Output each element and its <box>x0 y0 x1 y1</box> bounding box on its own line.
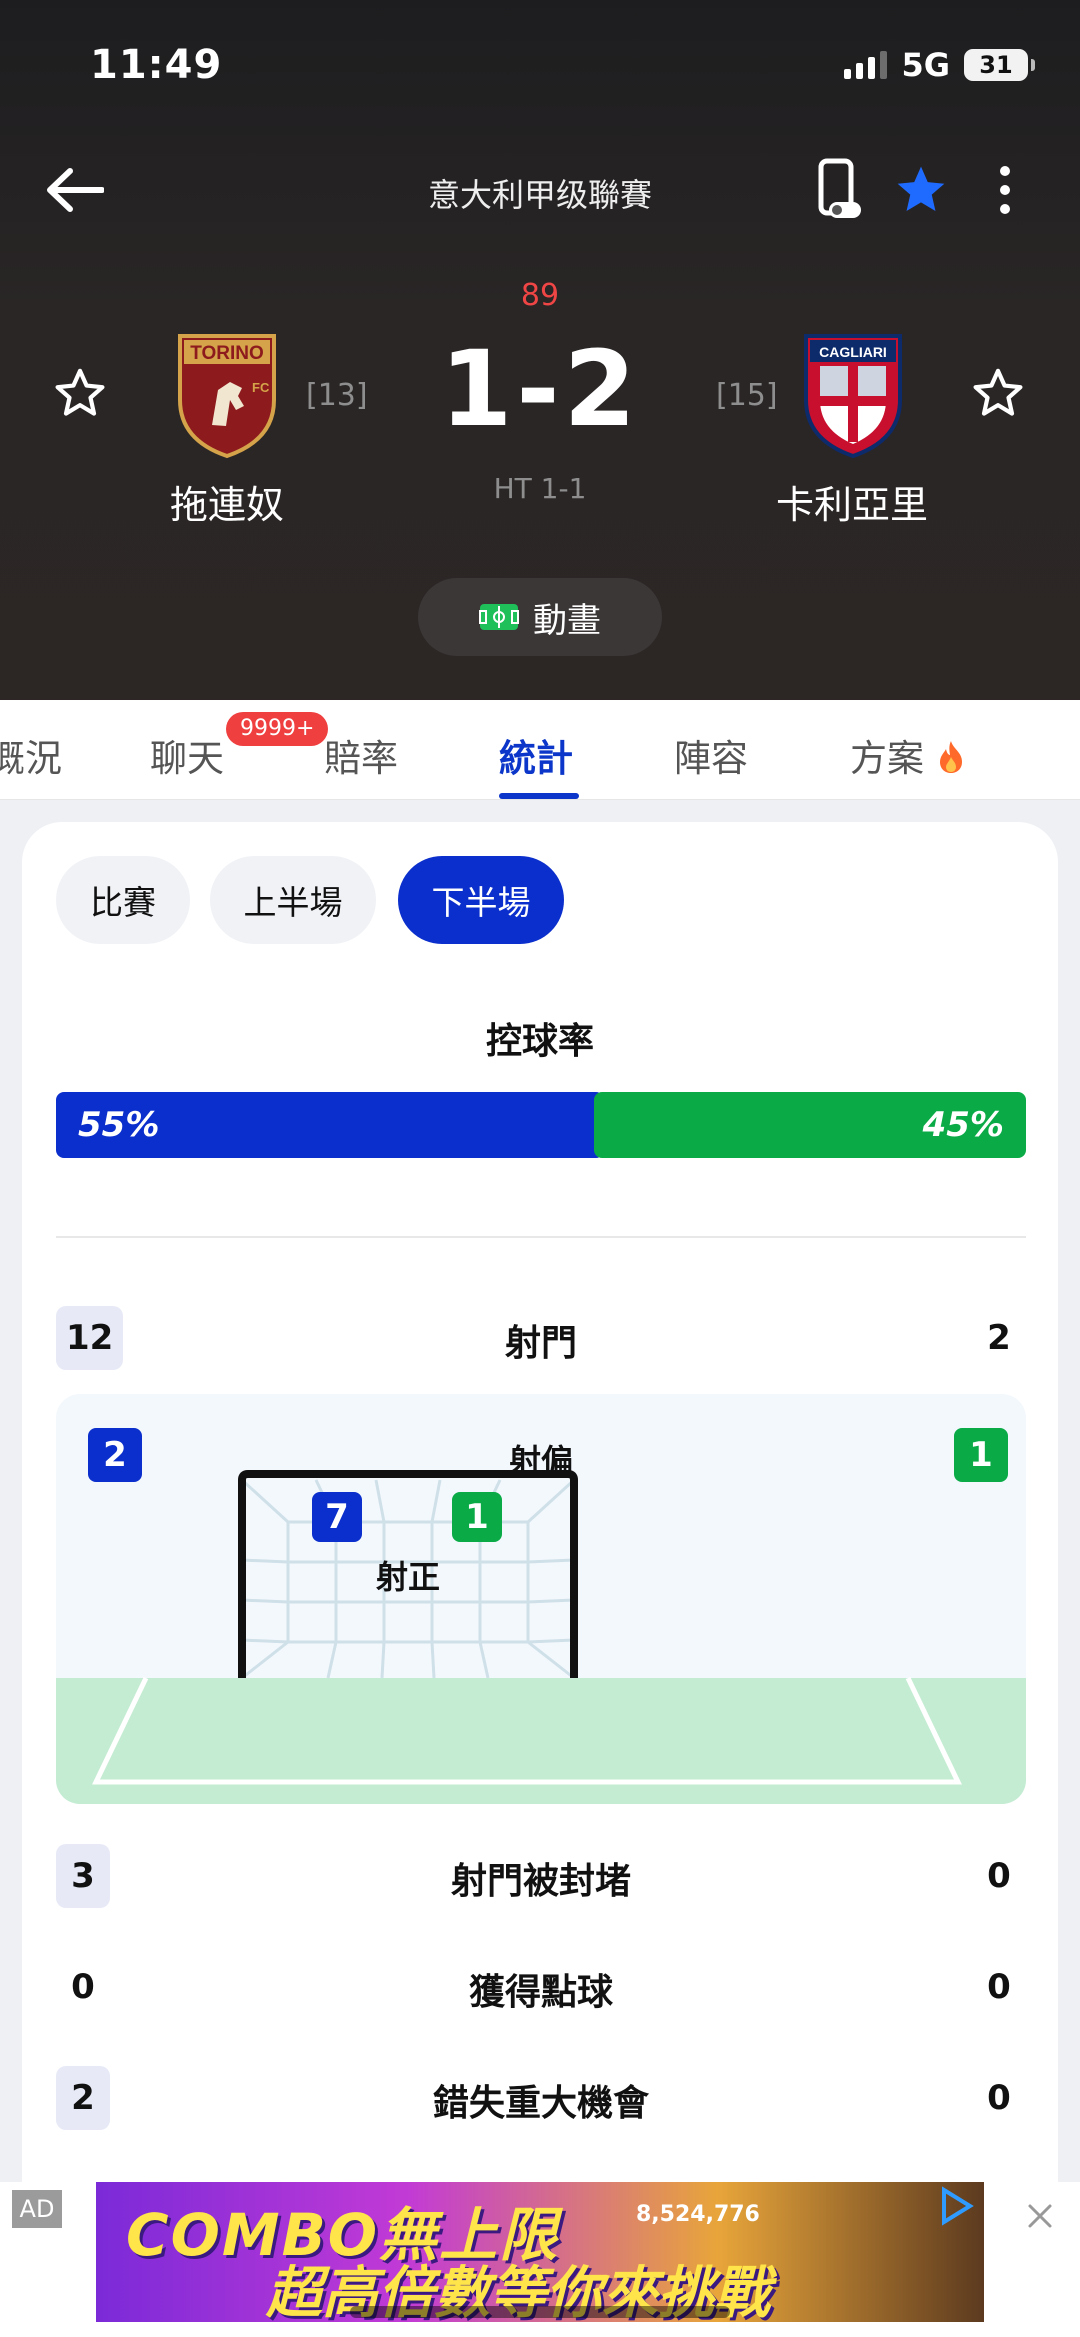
animation-label: 動畫 <box>533 600 601 641</box>
big-chances-away-value: 0 <box>987 2078 1011 2118</box>
chat-count-badge: 9999+ <box>226 712 329 746</box>
battery-icon: 31 <box>964 49 1035 81</box>
tab-bar: 概況 聊天 9999+ 賠率 統計 陣容 方案 <box>0 700 1080 800</box>
shots-label: 射門 <box>504 1323 577 1364</box>
on-target-away-value: 1 <box>452 1492 502 1542</box>
svg-text:CAGLIARI: CAGLIARI <box>819 344 887 360</box>
status-time: 11:49 <box>90 42 223 88</box>
big-chances-label: 錯失重大機會 <box>432 2083 649 2124</box>
home-team-name[interactable]: 拖連奴 <box>77 474 377 529</box>
fire-icon <box>939 741 962 773</box>
close-icon <box>1028 2204 1052 2228</box>
star-outline-icon <box>973 368 1023 416</box>
away-follow-button[interactable] <box>970 365 1030 425</box>
network-label: 5G <box>901 46 950 84</box>
segment-first-half[interactable]: 上半場 <box>210 856 376 944</box>
section-divider <box>56 1236 1026 1238</box>
ad-banner[interactable]: COMBO無上限 8,524,776 超高倍數等你來挑戰 <box>96 2182 984 2322</box>
goal-illustration <box>56 1470 1026 1804</box>
possession-title: 控球率 <box>485 1021 594 1062</box>
stat-row-penalties: 0 獲得點球 0 <box>56 1949 1026 2019</box>
possession-away-value: 45% <box>922 1105 1004 1145</box>
penalties-label: 獲得點球 <box>468 1972 613 2013</box>
shots-away-value: 2 <box>987 1318 1011 1358</box>
top-bar: 意大利甲级聯賽 <box>0 150 1080 230</box>
blocked-shots-label: 射門被封堵 <box>450 1861 631 1902</box>
on-target-home-value: 7 <box>312 1492 362 1542</box>
ad-jackpot: 8,524,776 <box>636 2202 760 2227</box>
pitch-icon <box>479 604 519 630</box>
ad-close-button[interactable] <box>1022 2198 1058 2234</box>
stat-row-blocked-shots: 3 射門被封堵 0 <box>56 1838 1026 1908</box>
away-team-logo[interactable]: CAGLIARI <box>798 330 908 460</box>
possession-home-bar: 55% <box>56 1092 604 1158</box>
signal-icon <box>844 51 888 79</box>
tab-chat[interactable]: 聊天 <box>150 728 224 782</box>
home-team-logo[interactable]: TORINO FC <box>172 330 282 460</box>
stats-card: 比賽 上半場 下半場 控球率 55% 45% 12 射門 2 2 射偏 1 7 … <box>22 822 1058 2302</box>
blocked-shots-away-value: 0 <box>987 1856 1011 1896</box>
animation-button[interactable]: 動畫 <box>418 578 662 656</box>
stat-row-big-chances-missed: 2 錯失重大機會 0 <box>56 2060 1026 2130</box>
svg-text:FC: FC <box>252 380 270 395</box>
tab-odds[interactable]: 賠率 <box>324 728 398 782</box>
away-team-name[interactable]: 卡利亞里 <box>702 474 1002 529</box>
home-team-rank: [13] <box>306 378 368 413</box>
more-options-button[interactable] <box>990 160 1020 220</box>
active-tab-indicator <box>499 793 579 799</box>
penalties-away-value: 0 <box>987 1967 1011 2007</box>
phone-toggle-icon <box>818 158 861 218</box>
match-score: 1-2 <box>440 328 640 450</box>
status-icons: 5G 31 <box>844 46 1035 84</box>
home-follow-button[interactable] <box>52 365 112 425</box>
home-indicator[interactable] <box>350 2306 730 2318</box>
tab-overview[interactable]: 概況 <box>0 728 62 782</box>
ad-tag: AD <box>12 2190 62 2228</box>
tab-stats[interactable]: 統計 <box>499 728 573 782</box>
segment-second-half[interactable]: 下半場 <box>398 856 564 944</box>
tab-lineup[interactable]: 陣容 <box>674 728 748 782</box>
ad-play-icon <box>942 2186 974 2226</box>
star-outline-icon <box>55 368 105 416</box>
segment-full-match[interactable]: 比賽 <box>56 856 190 944</box>
svg-text:TORINO: TORINO <box>190 343 264 364</box>
tab-plans[interactable]: 方案 <box>850 728 966 782</box>
stat-row-shots: 12 射門 2 <box>56 1300 1026 1370</box>
tab-plans-label: 方案 <box>850 737 924 780</box>
star-filled-icon <box>897 166 945 211</box>
favorite-match-button[interactable] <box>893 162 949 218</box>
away-team-rank: [15] <box>716 378 778 413</box>
possession-away-bar: 45% <box>594 1092 1026 1158</box>
on-target-label: 射正 <box>375 1558 440 1596</box>
match-minute: 89 <box>520 278 560 313</box>
phone-toggle-button[interactable] <box>815 158 865 222</box>
shots-goal-diagram: 2 射偏 1 7 1 射正 <box>56 1394 1026 1804</box>
possession-home-value: 55% <box>78 1105 160 1145</box>
match-header: 11:49 5G 31 意大利甲级聯賽 89 1-2 HT 1-1 TORINO… <box>0 0 1080 700</box>
